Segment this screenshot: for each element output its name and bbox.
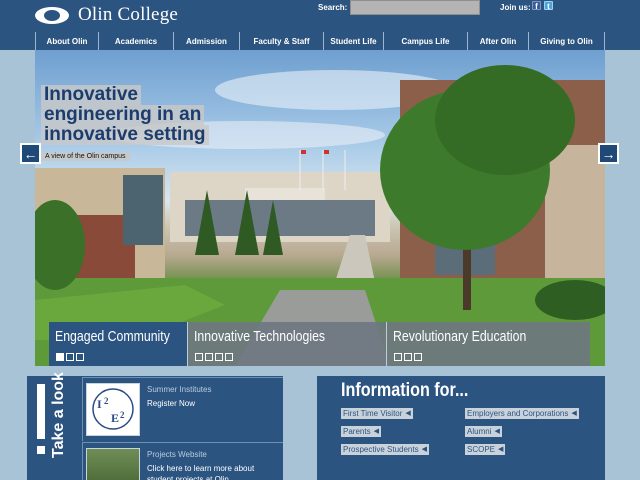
search-label: Search: [318,3,348,12]
slideshow-tabs: Engaged Community Innovative Technologie… [49,322,590,366]
slide-dot[interactable] [195,353,203,361]
link-label: First Time Visitor [343,409,403,418]
summer-institutes-card[interactable]: I 2 E 2 Summer Institutes Register Now [82,377,283,441]
triangle-left-icon: ◀ [498,446,504,453]
card-title[interactable]: Summer Institutes [147,385,211,394]
link-scope[interactable]: SCOPE ◀ [465,444,506,455]
triangle-left-icon: ◀ [405,410,411,417]
projects-website-card[interactable]: Projects Website Click here to learn mor… [82,442,283,480]
hero-slideshow: Innovative engineering in an innovative … [35,50,605,366]
nav-item-student-life[interactable]: Student Life [323,32,383,50]
slide-dot[interactable] [414,353,422,361]
link-parents[interactable]: Parents ◀ [341,426,381,437]
nav-item-campus-life[interactable]: Campus Life [383,32,467,50]
logo-text: Olin College [78,4,179,25]
slide-dots [56,353,84,361]
hero-caption: A view of the Olin campus [41,152,130,161]
twitter-icon[interactable]: t [544,1,553,11]
main-nav: About Olin Academics Admission Faculty &… [35,32,605,50]
nav-item-about-olin[interactable]: About Olin [35,32,98,50]
svg-text:2: 2 [104,396,109,406]
hero-headline-line: Innovative [41,85,141,105]
nav-item-after-olin[interactable]: After Olin [467,32,528,50]
olin-logo[interactable]: Olin College [35,4,178,26]
svg-text:2: 2 [120,410,125,420]
link-label: SCOPE [467,445,496,454]
link-first-time-visitor[interactable]: First Time Visitor ◀ [341,408,413,419]
triangle-left-icon: ◀ [373,428,379,435]
card-title[interactable]: Projects Website [147,450,207,459]
svg-text:I: I [97,397,102,411]
link-employers-corporations[interactable]: Employers and Corporations ◀ [465,408,579,419]
information-for-title: Information for... [341,380,469,401]
facebook-icon[interactable]: f [532,1,541,11]
link-alumni[interactable]: Alumni ◀ [465,426,502,437]
next-arrow-icon[interactable]: → [598,143,619,164]
slide-dot[interactable] [225,353,233,361]
projects-thumbnail [86,448,140,480]
joinus-label: Join us: [500,3,531,12]
tab-label: Engaged Community [55,328,170,345]
link-label: Alumni [467,427,492,436]
slide-dots [394,353,422,361]
tab-innovative-technologies[interactable]: Innovative Technologies [188,322,387,366]
link-prospective-students[interactable]: Prospective Students ◀ [341,444,429,455]
nav-item-faculty-staff[interactable]: Faculty & Staff [239,32,323,50]
tab-label: Innovative Technologies [194,328,326,345]
take-a-look-heading: Take a look [50,372,67,458]
tab-engaged-community[interactable]: Engaged Community [49,322,188,366]
svg-text:E: E [111,411,119,425]
hero-headline: Innovative engineering in an innovative … [41,85,209,145]
search-input[interactable] [350,0,480,15]
slide-dots [195,353,233,361]
olin-oval-icon [35,6,69,24]
hero-headline-line: innovative setting [41,125,209,145]
slide-dot[interactable] [205,353,213,361]
link-label: Parents [343,427,371,436]
slide-dot[interactable] [76,353,84,361]
slide-dot[interactable] [66,353,74,361]
slide-dot[interactable] [56,353,64,361]
nav-item-giving[interactable]: Giving to Olin [528,32,605,50]
link-label: Prospective Students [343,445,419,454]
slide-dot[interactable] [394,353,402,361]
slide-dot[interactable] [404,353,412,361]
hero-headline-line: engineering in an [41,105,205,125]
i2e2-logo: I 2 E 2 [86,383,140,436]
card-subtitle[interactable]: Register Now [147,398,282,409]
exclamation-icon [37,384,45,458]
tab-revolutionary-education[interactable]: Revolutionary Education [387,322,590,366]
tab-label: Revolutionary Education [393,328,527,345]
triangle-left-icon: ◀ [494,428,500,435]
nav-item-admission[interactable]: Admission [173,32,239,50]
slide-dot[interactable] [215,353,223,361]
triangle-left-icon: ◀ [421,446,427,453]
site-header: Olin College Search: Join us: f t About … [0,0,640,50]
link-label: Employers and Corporations [467,409,569,418]
triangle-left-icon: ◀ [571,410,577,417]
nav-item-academics[interactable]: Academics [98,32,173,50]
card-subtitle[interactable]: Click here to learn more about student p… [147,463,282,480]
prev-arrow-icon[interactable]: ← [20,143,41,164]
